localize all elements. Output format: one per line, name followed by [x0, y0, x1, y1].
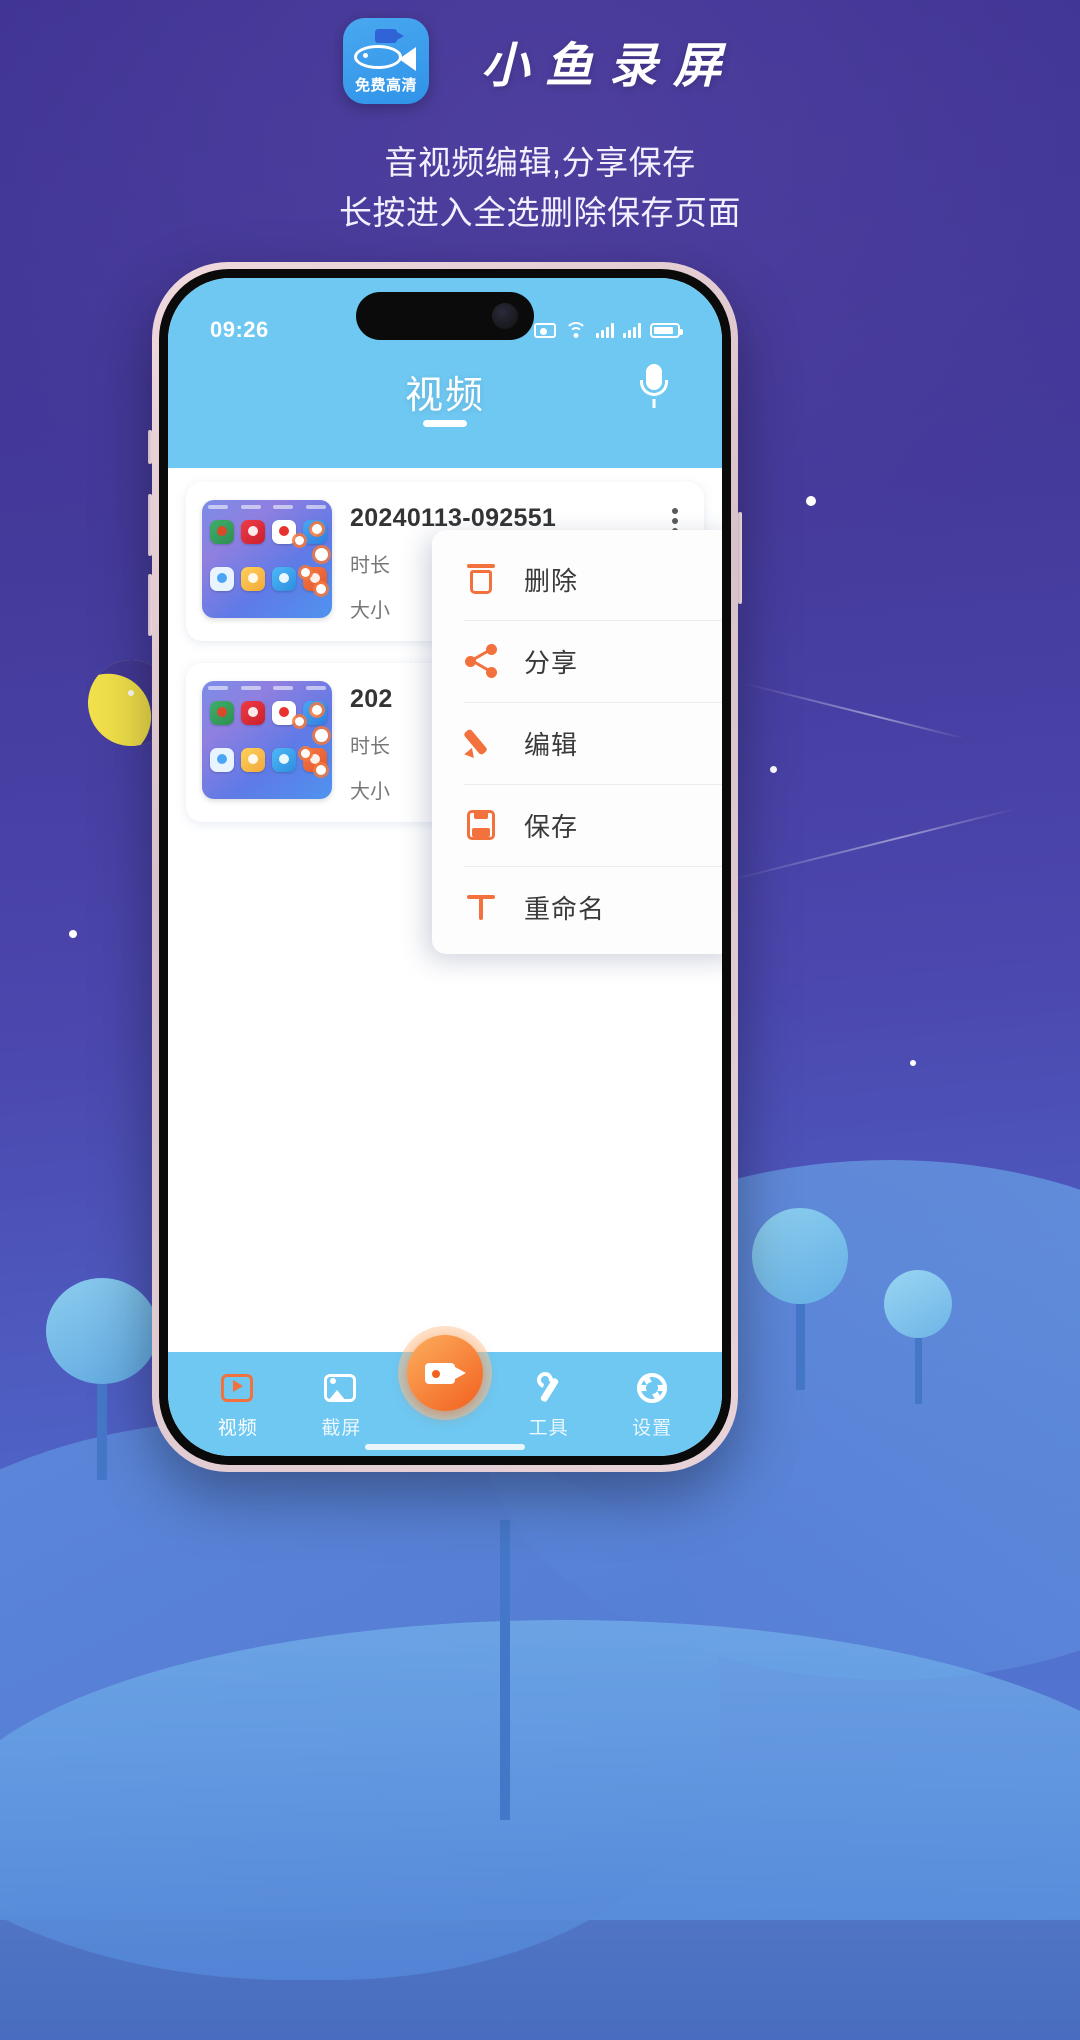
light-streak	[725, 807, 1018, 882]
promo-subtitle: 音视频编辑,分享保存 长按进入全选删除保存页面	[0, 138, 1080, 238]
context-menu-item-delete[interactable]: 删除	[432, 538, 722, 620]
trash-icon	[464, 562, 498, 596]
video-icon	[220, 1373, 253, 1402]
tree-decoration	[500, 1520, 510, 1820]
tab-label: 设置	[632, 1417, 673, 1439]
video-thumbnail	[202, 500, 332, 618]
video-list: 20240113-092551 时长 大小 202 时长 大小 删除 分享 编辑…	[168, 468, 722, 1352]
context-menu-item-rename[interactable]: 重命名	[432, 866, 722, 948]
promo-branding-row: 免费高清 小鱼录屏	[0, 0, 1080, 104]
phone-volume-down-button[interactable]	[148, 574, 152, 636]
context-menu-label: 重命名	[524, 893, 606, 924]
phone-screen: 09:26 视频 20240113-092551 时长 大小 202 时长 大小…	[168, 278, 722, 1456]
promo-subtitle-line2: 长按进入全选删除保存页面	[339, 194, 741, 232]
tab-label: 视频	[217, 1417, 258, 1439]
record-button[interactable]	[398, 1326, 492, 1420]
app-icon-label: 免费高清	[354, 77, 417, 94]
background-hill-bottom	[0, 1620, 1080, 2040]
camera-icon	[374, 29, 404, 43]
context-menu-label: 删除	[524, 565, 579, 596]
status-bar-time: 09:26	[210, 317, 269, 342]
pencil-icon	[463, 726, 498, 762]
context-menu-label: 保存	[524, 811, 579, 842]
signal-icon	[596, 322, 614, 338]
fish-video-app-icon: 免费高清	[342, 18, 429, 104]
page-title: 视频	[404, 375, 485, 417]
tree-decoration	[884, 1270, 952, 1404]
dynamic-island	[356, 292, 534, 340]
context-menu-label: 分享	[524, 647, 579, 678]
promo-subtitle-line1: 音视频编辑,分享保存	[384, 144, 696, 181]
context-menu-item-save[interactable]: 保存	[432, 784, 722, 866]
context-menu: 删除 分享 编辑 保存 重命名	[432, 530, 722, 954]
save-icon	[464, 808, 498, 842]
tab-label: 截屏	[321, 1417, 362, 1439]
record-camera-icon	[407, 1335, 483, 1411]
image-icon	[324, 1373, 357, 1402]
promo-header: 免费高清 小鱼录屏 音视频编辑,分享保存 长按进入全选删除保存页面	[0, 0, 1080, 238]
context-menu-item-edit[interactable]: 编辑	[432, 702, 722, 784]
tab-label: 工具	[528, 1417, 569, 1439]
tree-decoration	[752, 1208, 848, 1390]
star-decoration	[910, 1060, 916, 1066]
star-decoration	[69, 930, 77, 938]
context-menu-item-share[interactable]: 分享	[432, 620, 722, 702]
battery-icon	[650, 322, 683, 338]
video-filename: 20240113-092551	[350, 504, 557, 532]
wrench-icon	[532, 1368, 566, 1405]
page-title-underline	[423, 420, 467, 427]
tab-tools[interactable]: 工具	[497, 1355, 601, 1440]
star-decoration	[806, 496, 816, 506]
tree-decoration	[46, 1278, 158, 1480]
home-indicator	[365, 1444, 525, 1450]
app-title: 小鱼录屏	[480, 40, 737, 93]
tab-screenshot[interactable]: 截屏	[290, 1355, 394, 1440]
front-camera-lens	[492, 303, 518, 329]
tab-settings[interactable]: 设置	[600, 1355, 704, 1440]
star-decoration	[128, 690, 134, 696]
phone-silent-switch[interactable]	[148, 430, 152, 464]
microphone-icon[interactable]	[632, 362, 676, 410]
video-thumbnail	[202, 681, 332, 799]
fish-eye-icon	[362, 53, 368, 58]
phone-mockup: 09:26 视频 20240113-092551 时长 大小 202 时长 大小…	[148, 262, 742, 1472]
cast-icon	[534, 322, 556, 338]
phone-volume-up-button[interactable]	[148, 494, 152, 556]
phone-power-button[interactable]	[738, 512, 742, 604]
phone-bezel: 09:26 视频 20240113-092551 时长 大小 202 时长 大小…	[159, 269, 731, 1465]
context-menu-label: 编辑	[524, 729, 579, 760]
gear-icon	[637, 1372, 668, 1403]
star-decoration	[770, 766, 777, 773]
status-bar: 09:26	[168, 278, 722, 356]
status-bar-icons	[534, 322, 683, 338]
wifi-icon	[565, 322, 587, 338]
app-header: 视频	[168, 356, 722, 468]
light-streak	[741, 682, 966, 740]
fish-icon	[353, 45, 416, 71]
text-t-icon	[464, 890, 498, 924]
bottom-navigation: 视频 截屏 工具 设置	[168, 1326, 722, 1456]
share-icon	[464, 644, 498, 678]
tab-video[interactable]: 视频	[186, 1355, 290, 1440]
signal-icon-2	[623, 322, 641, 338]
